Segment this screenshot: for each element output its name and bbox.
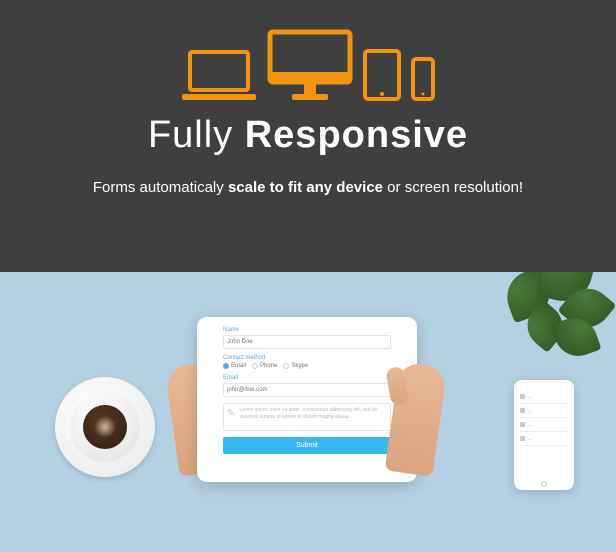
phone-icon [410, 56, 436, 102]
field-icon [520, 436, 525, 441]
field-icon [520, 408, 525, 413]
phone-row: — [520, 432, 568, 446]
headline-light: Fully [148, 114, 233, 156]
field-icon [520, 422, 525, 427]
email-input: john@doe.com [223, 383, 391, 397]
chat-icon: ✎ [227, 407, 235, 427]
name-label: Name [223, 327, 391, 333]
tablet-mockup: Name John Doe Contact method Email Phone… [197, 317, 417, 482]
contact-label: Contact method [223, 355, 391, 361]
home-button-icon [541, 481, 547, 487]
phone-row: — [520, 390, 568, 404]
submit-button: Submit [223, 437, 391, 454]
contact-options: Email Phone Skype [223, 363, 391, 369]
hero-bottom: Name John Doe Contact method Email Phone… [0, 272, 616, 552]
phone-mockup: — — — — [514, 380, 574, 490]
email-label: Email [223, 375, 391, 381]
name-input: John Doe [223, 335, 391, 349]
hero-top: Fully Responsive Forms automaticaly scal… [0, 0, 616, 272]
desktop-icon [266, 28, 354, 102]
sub-pre: Forms automaticaly [93, 179, 228, 196]
radio-icon [283, 363, 289, 369]
sub-post: or screen resolution! [383, 179, 523, 196]
plant-illustration [486, 272, 616, 372]
opt-phone: Phone [252, 363, 277, 369]
message-input: ✎ Lorem ipsum dolor sit amet, consectetu… [223, 403, 391, 431]
opt-skype: Skype [283, 363, 308, 369]
laptop-icon [180, 50, 258, 102]
subheadline: Forms automaticaly scale to fit any devi… [0, 179, 616, 196]
opt-email: Email [223, 363, 246, 369]
headline-bold: Responsive [245, 114, 468, 156]
coffee-cup-illustration [55, 377, 155, 477]
phone-row: — [520, 404, 568, 418]
tablet-icon [362, 48, 402, 102]
phone-row: — [520, 418, 568, 432]
tablet-screen: Name John Doe Contact method Email Phone… [223, 327, 391, 472]
devices-illustration [0, 22, 616, 102]
phone-screen: — — — — [520, 390, 568, 480]
radio-icon [223, 363, 229, 369]
field-icon [520, 394, 525, 399]
radio-icon [252, 363, 258, 369]
sub-bold: scale to fit any device [228, 179, 383, 196]
right-hand-illustration [385, 361, 448, 477]
headline: Fully Responsive [0, 114, 616, 157]
